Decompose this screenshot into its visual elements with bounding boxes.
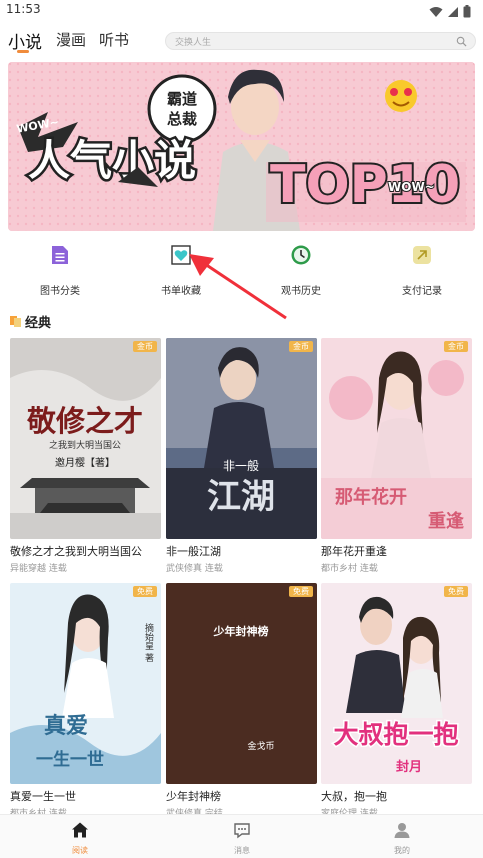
cover-subtitle: 一生一世: [36, 749, 104, 770]
nav-read[interactable]: 阅读: [40, 821, 120, 856]
book-meta: 武侠修真 连载: [166, 564, 223, 574]
status-time: 11:53: [6, 2, 41, 16]
book-card[interactable]: 那年花开 重逢 金币 那年花开重逢 都市乡村 连载: [321, 338, 472, 574]
payment-record-icon: [413, 246, 431, 264]
section-marker-icon: [10, 315, 21, 327]
search-input[interactable]: 交换人生: [165, 32, 476, 50]
free-badge: 免费: [133, 586, 157, 597]
free-badge: 免费: [444, 586, 468, 597]
book-category-icon: [52, 246, 68, 264]
quick-menu-payment[interactable]: 支付记录: [377, 244, 467, 297]
book-cover[interactable]: 少年封神榜 金戈币 免费: [166, 583, 317, 784]
book-title[interactable]: 少年封神榜: [166, 788, 317, 804]
cover-title: 真爱: [44, 713, 88, 739]
cover-title: 那年花开: [335, 486, 407, 508]
cover-author: 摘始皇 著: [143, 622, 154, 662]
banner-artwork: 霸道 总裁 人气小说 TOP10 WOW~ WOW~: [8, 62, 475, 231]
coin-badge: 金币: [289, 341, 313, 352]
book-card[interactable]: 真爱 一生一世 摘始皇 著 免费 真爱一生一世 都市乡村 连载: [10, 583, 161, 819]
profile-icon: [394, 823, 410, 838]
coin-badge: 金币: [133, 341, 157, 352]
section-header: 经典: [10, 312, 52, 331]
top-nav: 小说 漫画 听书 交换人生: [0, 26, 483, 56]
book-cover[interactable]: 非一般 江湖 金币: [166, 338, 317, 539]
book-card[interactable]: 非一般 江湖 金币 非一般江湖 武侠修真 连载: [166, 338, 317, 574]
battery-icon: [463, 3, 471, 22]
nav-label: 阅读: [72, 846, 88, 855]
cover-title: 大叔抱一抱: [333, 720, 458, 749]
cover-author: 邀月樱【著】: [55, 456, 115, 469]
book-meta: 都市乡村 连载: [321, 564, 378, 574]
cover-author: 金戈币: [247, 740, 274, 752]
book-card[interactable]: 敬修之才 之我到大明当国公 邀月樱【著】 金币 敬修之才之我到大明当国公 异能穿…: [10, 338, 161, 574]
promo-banner[interactable]: 霸道 总裁 人气小说 TOP10 WOW~ WOW~: [8, 62, 475, 231]
quick-menu-label: 图书分类: [40, 286, 80, 297]
cover-subtitle: 之我到大明当国公: [49, 439, 121, 451]
banner-headline: 人气小说: [28, 136, 196, 185]
cover-subtitle: 封月: [396, 759, 422, 775]
book-cover[interactable]: 大叔抱一抱 封月 免费: [321, 583, 472, 784]
book-title[interactable]: 非一般江湖: [166, 543, 317, 559]
wifi-icon: [429, 3, 443, 22]
banner-badge-line2: 总裁: [167, 110, 197, 128]
nav-messages[interactable]: 消息: [202, 821, 282, 856]
tab-comics[interactable]: 漫画: [56, 29, 86, 50]
search-icon[interactable]: [456, 36, 467, 47]
clock-history-icon: [291, 245, 311, 265]
bottom-nav: 阅读 消息 我的: [0, 814, 483, 858]
search-placeholder: 交换人生: [175, 38, 212, 48]
section-title: 经典: [25, 315, 52, 331]
banner-badge-line1: 霸道: [167, 90, 197, 108]
signal-icon: [447, 3, 459, 22]
active-tab-indicator: [17, 50, 29, 53]
book-title[interactable]: 真爱一生一世: [10, 788, 161, 804]
message-icon: [234, 823, 250, 839]
book-cover[interactable]: 那年花开 重逢 金币: [321, 338, 472, 539]
book-card[interactable]: 大叔抱一抱 封月 免费 大叔，抱一抱 家庭伦理 连载: [321, 583, 472, 819]
coin-badge: 金币: [444, 341, 468, 352]
book-card[interactable]: 少年封神榜 金戈币 免费 少年封神榜 武侠修真 完结: [166, 583, 317, 819]
cover-title: 敬修之才: [26, 404, 143, 438]
quick-menu-label: 支付记录: [402, 286, 442, 297]
book-meta: 异能穿越 连载: [10, 564, 67, 574]
book-cover[interactable]: 真爱 一生一世 摘始皇 著 免费: [10, 583, 161, 784]
home-icon: [72, 822, 88, 838]
banner-wow-right: WOW~: [388, 180, 435, 194]
nav-profile[interactable]: 我的: [362, 821, 442, 856]
book-cover[interactable]: 敬修之才 之我到大明当国公 邀月樱【著】 金币: [10, 338, 161, 539]
nav-label: 消息: [234, 846, 250, 855]
book-title[interactable]: 那年花开重逢: [321, 543, 472, 559]
nav-label: 我的: [394, 846, 410, 855]
tab-audiobook[interactable]: 听书: [99, 29, 129, 50]
cover-title: 江湖: [207, 477, 275, 517]
free-badge: 免费: [289, 586, 313, 597]
annotation-arrow-icon: [189, 254, 287, 320]
cover-title: 少年封神榜: [213, 624, 269, 638]
book-title[interactable]: 敬修之才之我到大明当国公: [10, 543, 161, 559]
quick-menu-book-category[interactable]: 图书分类: [15, 244, 105, 297]
book-title[interactable]: 大叔，抱一抱: [321, 788, 472, 804]
status-icons: [429, 3, 471, 22]
cover-subtitle: 非一般: [223, 458, 259, 473]
cover-subtitle: 重逢: [428, 510, 464, 532]
status-bar: 11:53: [0, 0, 483, 22]
